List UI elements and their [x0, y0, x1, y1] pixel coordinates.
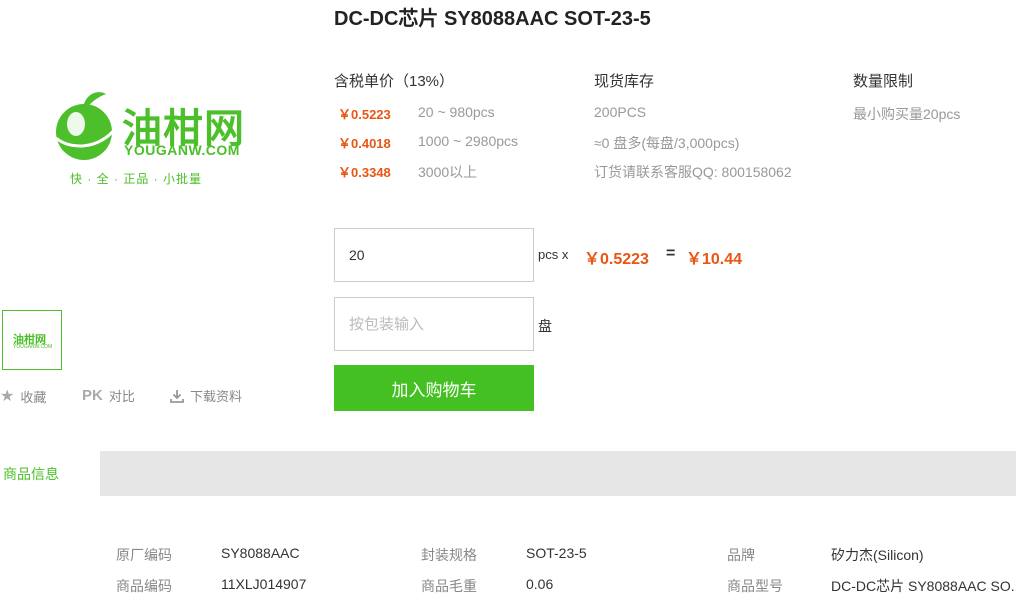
orange-logo-icon: [55, 92, 118, 160]
pack-quantity-input[interactable]: [334, 297, 534, 351]
info-label: 商品型号: [727, 578, 783, 594]
info-label: 原厂编码: [116, 547, 172, 563]
info-value: 0.06: [526, 576, 554, 592]
star-icon: ★: [0, 388, 15, 405]
price-header: 含税单价（13%）: [334, 73, 455, 90]
compare-label: 对比: [108, 389, 135, 404]
info-value: 11XLJ014907: [221, 576, 307, 592]
quantity-input[interactable]: [334, 228, 534, 282]
tier-range: 3000以上: [418, 164, 478, 180]
brand-slogan: 快 · 全 · 正品 · 小批量: [70, 172, 202, 186]
info-label: 商品编码: [116, 578, 172, 594]
total-price: ￥10.44: [686, 251, 743, 268]
brand-domain: YOUGANW.COM: [124, 142, 240, 158]
download-button[interactable]: 下载资料: [170, 386, 242, 405]
info-label: 封装规格: [421, 547, 477, 563]
thumbnail-domain: YOUGANW.COM: [13, 344, 53, 350]
product-title: DC-DC芯片 SY8088AAC SOT-23-5: [334, 8, 651, 30]
tier-range: 1000 ~ 2980pcs: [418, 133, 519, 149]
quantity-unit: pcs x: [538, 247, 569, 262]
info-value: 矽力杰(Silicon): [831, 547, 924, 563]
limit-header: 数量限制: [853, 73, 914, 90]
download-label: 下载资料: [190, 389, 243, 404]
stock-contact: 订货请联系客服QQ: 800158062: [594, 164, 792, 180]
info-label: 品牌: [727, 547, 755, 563]
tab-bar: [0, 451, 1016, 496]
limit-text: 最小购买量20pcs: [853, 106, 961, 122]
tier-price: ￥0.5223: [338, 107, 391, 122]
add-to-cart-button[interactable]: 加入购物车: [334, 365, 534, 411]
favorite-button[interactable]: ★ 收藏: [0, 386, 46, 406]
download-icon: [170, 389, 184, 403]
compare-button[interactable]: PK 对比: [82, 386, 135, 405]
info-value: DC-DC芯片 SY8088AAC SO...: [831, 578, 1015, 594]
tier-price: ￥0.4018: [338, 136, 391, 151]
stock-quantity: 200PCS: [594, 104, 647, 120]
favorite-label: 收藏: [20, 389, 47, 405]
stock-reels: ≈0 盘多(每盘/3,000pcs): [594, 135, 740, 151]
stock-header: 现货库存: [594, 73, 655, 90]
pack-unit: 盘: [538, 318, 552, 334]
tier-range: 20 ~ 980pcs: [418, 104, 495, 120]
info-value: SY8088AAC: [221, 545, 300, 561]
pk-icon: PK: [82, 387, 103, 404]
info-label: 商品毛重: [421, 578, 477, 594]
info-value: SOT-23-5: [526, 545, 587, 561]
unit-price: ￥0.5223: [584, 251, 649, 268]
tab-product-info[interactable]: 商品信息: [0, 451, 100, 496]
tier-price: ￥0.3348: [338, 165, 391, 180]
equals-sign: =: [666, 245, 676, 262]
product-thumbnail[interactable]: 油柑网 YOUGANW.COM: [2, 310, 62, 370]
